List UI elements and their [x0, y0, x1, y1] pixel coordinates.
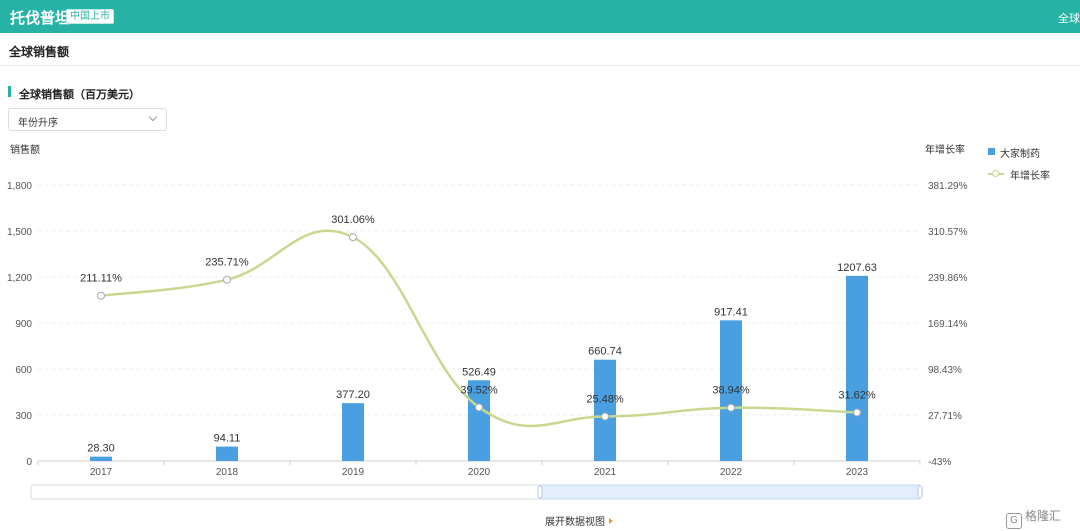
x-tick-label: 2023 — [846, 467, 869, 478]
bar — [594, 359, 616, 461]
y-axis-title: 销售额 — [10, 143, 40, 156]
x-tick-label: 2022 — [720, 467, 743, 478]
bar — [846, 275, 868, 461]
bar-value-label: 377.20 — [336, 389, 370, 401]
y2-tick-label: -43% — [928, 457, 951, 468]
y-tick-label: 1,500 — [7, 227, 32, 238]
growth-rate-point — [475, 403, 483, 412]
zoom-slider-handle-right[interactable] — [917, 485, 923, 499]
growth-rate-label: 301.06% — [331, 214, 375, 226]
growth-rate-label: 31.62% — [838, 389, 876, 401]
growth-rate-point — [349, 233, 357, 242]
growth-rate-point — [727, 403, 735, 412]
bar-value-label: 917.41 — [714, 306, 748, 318]
growth-rate-label: 211.11% — [80, 273, 122, 285]
growth-rate-label: 25.48% — [586, 393, 624, 405]
bar — [342, 403, 364, 461]
bar-value-label: 526.49 — [462, 366, 496, 378]
x-tick-label: 2020 — [468, 467, 491, 478]
bar-value-label: 28.30 — [87, 443, 115, 455]
y2-axis-title: 年增长率 — [925, 143, 965, 156]
growth-rate-label: 38.94% — [712, 385, 750, 397]
y-tick-label: 600 — [15, 365, 32, 376]
expand-data-view-label: 展开数据视图 — [545, 517, 605, 528]
growth-rate-point — [223, 275, 231, 284]
legend-bar-swatch — [988, 148, 995, 155]
x-tick-label: 2019 — [342, 467, 365, 478]
bar — [216, 446, 238, 461]
legend-bar-label: 大家制药 — [1000, 149, 1040, 160]
zoom-slider-handle-left[interactable] — [537, 485, 543, 499]
y2-tick-label: 169.14% — [928, 319, 968, 330]
x-tick-label: 2018 — [216, 467, 239, 478]
y-tick-label: 0 — [26, 457, 32, 468]
y2-tick-label: 310.57% — [928, 227, 968, 238]
y-tick-label: 1,200 — [7, 273, 32, 284]
growth-rate-point — [853, 408, 861, 417]
y-tick-label: 1,800 — [7, 181, 32, 192]
caret-right-icon — [609, 518, 613, 524]
sales-chart: 销售额 年增长率 0 -43% 300 27.71% 600 98.43% 900 169.14%… — [7, 143, 968, 500]
bar-value-label: 660.74 — [588, 346, 622, 358]
zoom-slider-window[interactable] — [539, 484, 921, 500]
growth-rate-point — [97, 291, 105, 300]
watermark: G 格隆汇 — [1006, 507, 1061, 529]
expand-data-view-button[interactable]: 展开数据视图 — [545, 513, 613, 528]
y2-tick-label: 27.71% — [928, 411, 962, 422]
growth-rate-point — [601, 412, 609, 421]
x-tick-label: 2021 — [594, 467, 617, 478]
watermark-logo-icon: G — [1006, 513, 1022, 529]
y2-tick-label: 239.86% — [928, 273, 968, 284]
y2-tick-label: 381.29% — [928, 181, 968, 192]
bar — [90, 456, 112, 461]
bar-value-label: 94.11 — [214, 433, 241, 445]
y2-tick-label: 98.43% — [928, 365, 962, 376]
legend-line-dot — [992, 170, 999, 177]
x-tick-label: 2017 — [90, 467, 113, 478]
y-tick-label: 900 — [15, 319, 32, 330]
y-tick-label: 300 — [15, 411, 32, 422]
bar-value-label: 1207.63 — [837, 262, 877, 274]
growth-rate-label: 39.52% — [460, 384, 498, 396]
growth-rate-label: 235.71% — [205, 257, 249, 269]
watermark-text: 格隆汇 — [1025, 509, 1062, 523]
legend-line-label: 年增长率 — [1010, 171, 1050, 182]
